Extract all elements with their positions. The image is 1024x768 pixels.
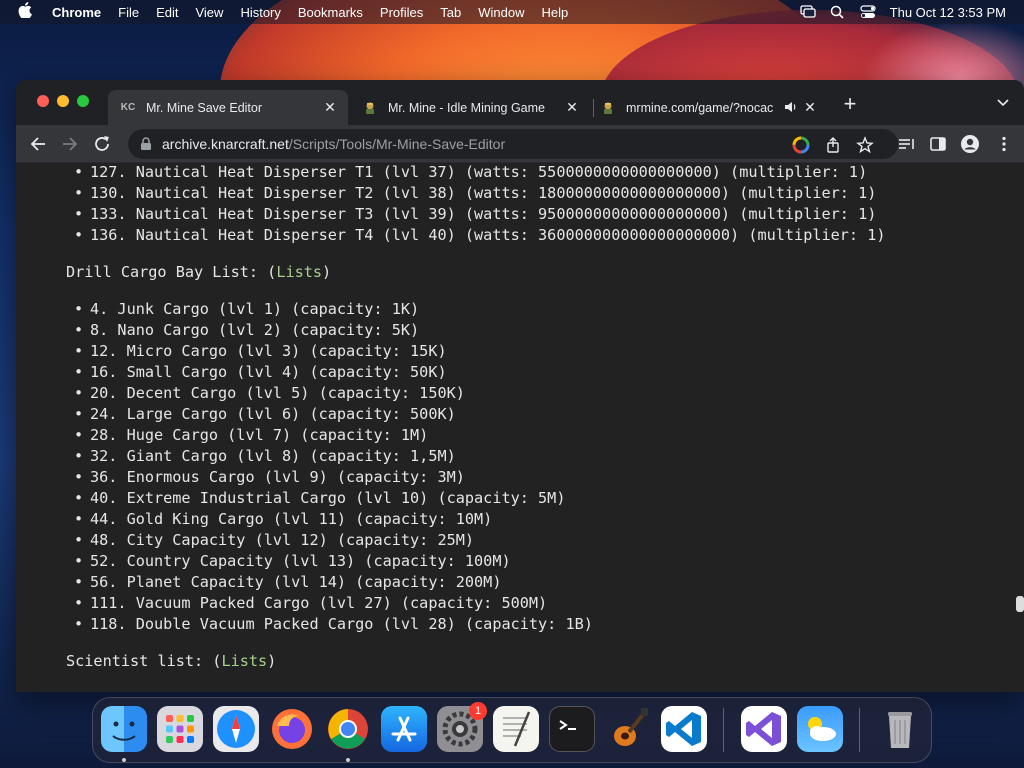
profile-avatar-icon[interactable]	[960, 134, 980, 154]
list-item: 44. Gold King Cargo (lvl 11) (capacity: …	[74, 509, 492, 530]
menu-help[interactable]: Help	[542, 5, 569, 20]
running-indicator	[122, 758, 126, 762]
menu-app-name[interactable]: Chrome	[52, 5, 101, 20]
close-icon[interactable]: ✕	[564, 99, 580, 115]
scientist-lists-link[interactable]: Lists	[221, 652, 267, 670]
menu-file[interactable]: File	[118, 5, 139, 20]
more-menu-icon[interactable]	[994, 134, 1014, 154]
safari-icon[interactable]	[213, 706, 259, 752]
list-item: 48. City Capacity (lvl 12) (capacity: 25…	[74, 530, 474, 551]
miner-icon	[600, 100, 616, 116]
menu-history[interactable]: History	[240, 5, 280, 20]
scrollbar-thumb[interactable]	[1016, 596, 1024, 612]
tab-strip: KC Mr. Mine Save Editor ✕ Mr. Mine - Idl…	[16, 80, 1024, 125]
lock-icon[interactable]	[140, 137, 152, 151]
cargo-lists-link[interactable]: Lists	[276, 263, 322, 281]
list-item: 32. Giant Cargo (lvl 8) (capacity: 1,5M)	[74, 446, 456, 467]
menu-view[interactable]: View	[195, 5, 223, 20]
finder-icon[interactable]	[101, 706, 147, 752]
list-item: 136. Nautical Heat Disperser T4 (lvl 40)…	[74, 225, 885, 246]
list-item: 20. Decent Cargo (lvl 5) (capacity: 150K…	[74, 383, 465, 404]
bookmark-star-icon[interactable]	[856, 136, 874, 154]
menu-profiles[interactable]: Profiles	[380, 5, 423, 20]
minimize-window-button[interactable]	[57, 95, 69, 107]
app-store-icon[interactable]	[381, 706, 427, 752]
list-item: 52. Country Capacity (lvl 13) (capacity:…	[74, 551, 511, 572]
list-item: 111. Vacuum Packed Cargo (lvl 27) (capac…	[74, 593, 547, 614]
chevron-down-icon[interactable]	[996, 95, 1012, 111]
dock-separator	[859, 708, 860, 752]
running-indicator	[346, 758, 350, 762]
tab-title: mrmine.com/game/?nocac	[626, 100, 774, 115]
knarcraft-favicon-icon: KC	[120, 102, 136, 113]
cargo-bay-heading: Drill Cargo Bay List: (Lists)	[66, 263, 332, 281]
url-host: archive.knarcraft.net	[162, 136, 289, 152]
chrome-icon[interactable]	[325, 706, 371, 752]
menu-tab[interactable]: Tab	[440, 5, 461, 20]
list-item: 8. Nano Cargo (lvl 2) (capacity: 5K)	[74, 320, 419, 341]
menu-window[interactable]: Window	[478, 5, 524, 20]
browser-window: KC Mr. Mine Save Editor ✕ Mr. Mine - Idl…	[16, 80, 1024, 692]
list-item: 130. Nautical Heat Disperser T2 (lvl 38)…	[74, 183, 876, 204]
list-item: 12. Micro Cargo (lvl 3) (capacity: 15K)	[74, 341, 447, 362]
list-item: 56. Planet Capacity (lvl 14) (capacity: …	[74, 572, 501, 593]
miner-icon	[362, 100, 378, 116]
notification-badge: 1	[469, 702, 487, 720]
firefox-icon[interactable]	[269, 706, 315, 752]
address-bar[interactable]: archive.knarcraft.net/Scripts/Tools/Mr-M…	[128, 129, 898, 159]
list-item: 16. Small Cargo (lvl 4) (capacity: 50K)	[74, 362, 447, 383]
close-icon[interactable]: ✕	[802, 99, 818, 115]
url-path: /Scripts/Tools/Mr-Mine-Save-Editor	[288, 136, 506, 152]
trash-icon[interactable]	[877, 706, 923, 752]
tab-title: Mr. Mine Save Editor	[146, 100, 263, 115]
list-item: 127. Nautical Heat Disperser T1 (lvl 37)…	[74, 164, 867, 183]
list-item: 24. Large Cargo (lvl 6) (capacity: 500K)	[74, 404, 456, 425]
apple-menu-icon[interactable]	[18, 2, 36, 22]
list-item: 28. Huge Cargo (lvl 7) (capacity: 1M)	[74, 425, 428, 446]
textedit-icon[interactable]	[493, 706, 539, 752]
menu-bar: Chrome File Edit View History Bookmarks …	[0, 0, 1024, 24]
close-window-button[interactable]	[37, 95, 49, 107]
menu-bookmarks[interactable]: Bookmarks	[298, 5, 363, 20]
list-item: 40. Extreme Industrial Cargo (lvl 10) (c…	[74, 488, 566, 509]
tab-save-editor[interactable]: KC Mr. Mine Save Editor ✕	[108, 90, 348, 125]
vscode-icon[interactable]	[661, 706, 707, 752]
speaker-icon[interactable]	[784, 100, 798, 117]
list-item: 4. Junk Cargo (lvl 1) (capacity: 1K)	[74, 299, 419, 320]
list-item: 118. Double Vacuum Packed Cargo (lvl 28)…	[74, 614, 593, 635]
terminal-icon[interactable]	[549, 706, 595, 752]
google-lens-icon[interactable]	[792, 136, 810, 154]
side-panel-icon[interactable]	[928, 134, 948, 154]
share-icon[interactable]	[824, 136, 842, 154]
garageband-icon[interactable]	[605, 706, 651, 752]
dock: 1	[92, 697, 932, 763]
screen-mirroring-icon[interactable]	[800, 5, 816, 19]
list-item: 36. Enormous Cargo (lvl 9) (capacity: 3M…	[74, 467, 465, 488]
tab-title: Mr. Mine - Idle Mining Game	[388, 100, 545, 115]
page-content: 127. Nautical Heat Disperser T1 (lvl 37)…	[16, 164, 1024, 692]
back-arrow-icon[interactable]	[28, 134, 48, 154]
dock-separator	[723, 708, 724, 752]
close-icon[interactable]: ✕	[322, 99, 338, 115]
browser-toolbar: archive.knarcraft.net/Scripts/Tools/Mr-M…	[16, 125, 1024, 163]
reload-icon[interactable]	[92, 134, 112, 154]
zoom-window-button[interactable]	[77, 95, 89, 107]
scientist-heading: Scientist list: (Lists)	[66, 652, 277, 670]
control-center-icon[interactable]	[860, 5, 876, 19]
spotlight-search-icon[interactable]	[830, 5, 846, 19]
weather-icon[interactable]	[797, 706, 843, 752]
tab-idle-mining-game[interactable]: Mr. Mine - Idle Mining Game ✕	[350, 90, 590, 125]
forward-arrow-icon[interactable]	[60, 134, 80, 154]
tab-mrmine-game[interactable]: mrmine.com/game/?nocac ✕	[588, 90, 828, 125]
launchpad-icon[interactable]	[157, 706, 203, 752]
new-tab-button[interactable]: +	[838, 93, 862, 117]
visual-studio-icon[interactable]	[741, 706, 787, 752]
list-item: 133. Nautical Heat Disperser T3 (lvl 39)…	[74, 204, 876, 225]
menu-clock[interactable]: Thu Oct 12 3:53 PM	[890, 5, 1006, 20]
reading-list-icon[interactable]	[896, 134, 916, 154]
menu-edit[interactable]: Edit	[156, 5, 178, 20]
